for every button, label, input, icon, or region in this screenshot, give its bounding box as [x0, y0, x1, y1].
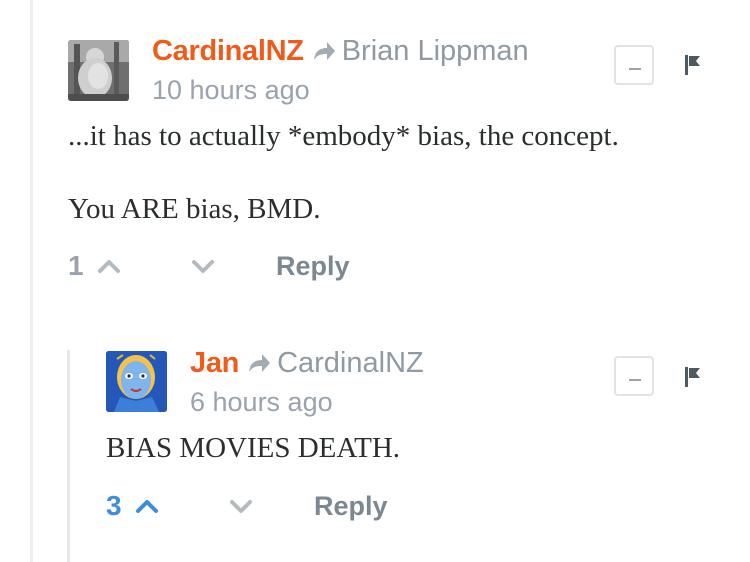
author-name[interactable]: Jan: [190, 347, 239, 379]
avatar-image: [68, 40, 129, 101]
flag-icon[interactable]: [684, 54, 704, 76]
minus-icon: [629, 68, 641, 70]
chevron-down-icon[interactable]: [190, 256, 216, 276]
comment-body-paragraph: You ARE bias, BMD.: [68, 193, 321, 225]
chevron-up-icon[interactable]: [134, 496, 160, 516]
vote-count: 1: [68, 250, 84, 281]
comment-body-paragraph: ...it has to actually *embody* bias, the…: [68, 120, 619, 152]
reply-button[interactable]: Reply: [276, 248, 350, 284]
timestamp[interactable]: 10 hours ago: [152, 73, 310, 107]
reply-guide-line: [67, 350, 70, 562]
thread-guide-line: [30, 0, 33, 562]
avatar[interactable]: [68, 40, 129, 101]
comment-body-paragraph: BIAS MOVIES DEATH.: [106, 432, 401, 464]
minus-icon: [629, 379, 641, 381]
comment-header: Jan CardinalNZ: [190, 344, 424, 384]
reply-to-name[interactable]: CardinalNZ: [277, 347, 424, 379]
collapse-button[interactable]: [614, 356, 654, 396]
reply-arrow-icon: [247, 346, 271, 384]
flag-icon[interactable]: [684, 366, 704, 388]
vote-count: 3: [106, 490, 122, 521]
collapse-button[interactable]: [614, 45, 654, 85]
reply-button[interactable]: Reply: [314, 488, 388, 524]
avatar[interactable]: [106, 351, 167, 412]
reply-arrow-icon: [312, 34, 336, 72]
chevron-up-icon[interactable]: [96, 256, 122, 276]
avatar-image: [106, 351, 167, 412]
reply-to-name[interactable]: Brian Lippman: [342, 35, 529, 67]
chevron-down-icon[interactable]: [228, 496, 254, 516]
timestamp[interactable]: 6 hours ago: [190, 385, 333, 419]
comment-header: CardinalNZ Brian Lippman: [152, 32, 529, 72]
author-name[interactable]: CardinalNZ: [152, 35, 304, 67]
